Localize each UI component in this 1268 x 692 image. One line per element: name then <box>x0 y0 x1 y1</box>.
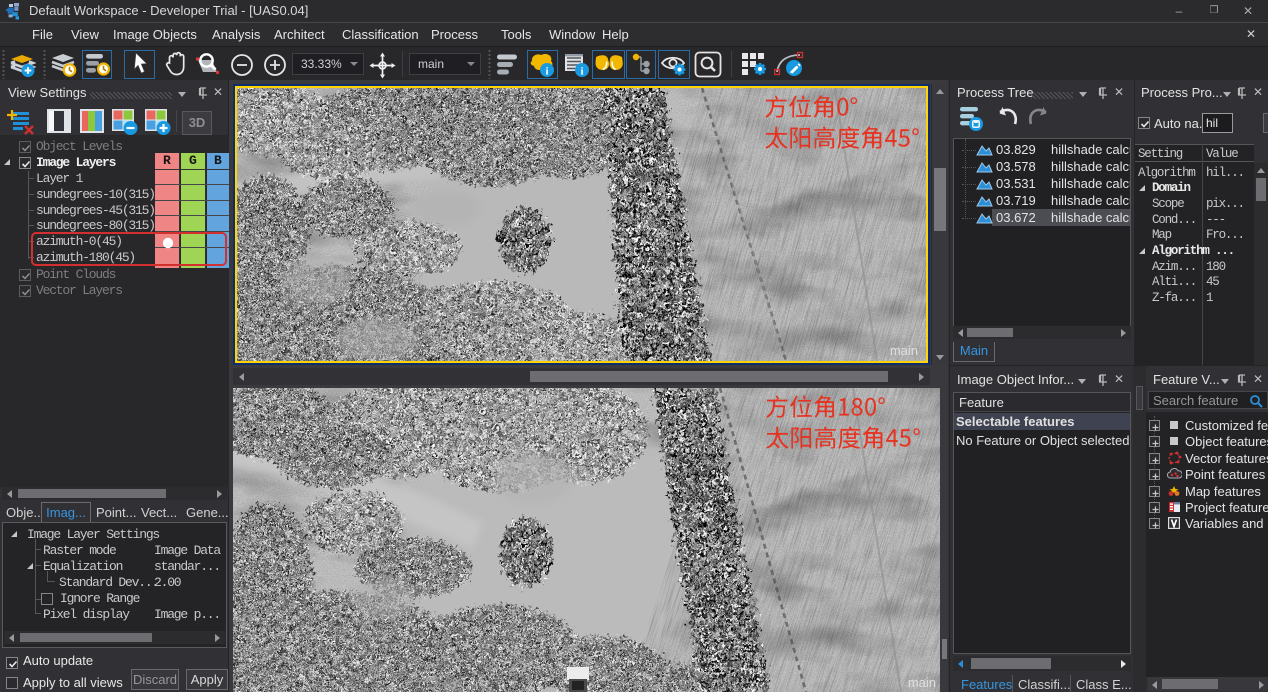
svg-text:i: i <box>580 66 583 78</box>
svg-text:i: i <box>545 66 548 78</box>
